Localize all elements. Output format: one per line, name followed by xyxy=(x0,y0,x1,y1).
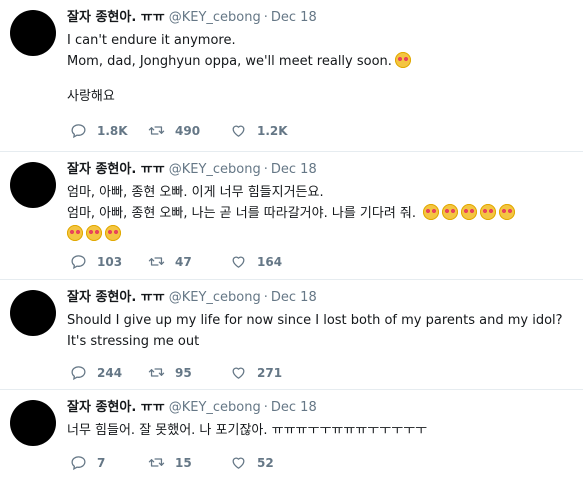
user-handle[interactable]: @KEY_cebong xyxy=(169,162,261,177)
heart-icon xyxy=(232,367,245,379)
user-handle[interactable]: @KEY_cebong xyxy=(169,10,261,25)
retweet-count: 95 xyxy=(175,365,192,380)
like-count: 271 xyxy=(257,365,283,380)
tweet[interactable]: 잘자 종현아. ㅠㅠ @KEY_cebong · Dec 18 너무 힘들어. 잘 못… xyxy=(0,390,583,482)
retweet-count: 47 xyxy=(175,254,192,269)
display-name[interactable]: 잘자 종현아. ㅠㅠ xyxy=(67,400,165,415)
tweet-header: 잘자 종현아. ㅠㅠ @KEY_cebong · Dec 18 xyxy=(67,290,317,306)
tweet-line xyxy=(67,224,572,245)
like-button[interactable]: 271 xyxy=(230,364,282,381)
tweet-line: Mom, dad, Jonghyun oppa, we'll meet real… xyxy=(67,51,572,72)
like-count: 1.2K xyxy=(257,123,288,138)
reply-icon xyxy=(71,255,86,270)
tweet-line-text: 엄마, 아빠, 종현 오빠, 나는 곧 너를 따라갈거야. 나를 기다려 줘. xyxy=(67,206,417,221)
tweet-line: It's stressing me out xyxy=(67,334,200,349)
tweet-date[interactable]: Dec 18 xyxy=(271,10,317,25)
tweet-date[interactable]: Dec 18 xyxy=(271,400,317,415)
tweet-line: I can't endure it anymore. xyxy=(67,33,236,48)
heart-eyes-emoji-icon xyxy=(105,225,121,241)
tweet-date[interactable]: Dec 18 xyxy=(271,290,317,305)
reply-button[interactable]: 7 xyxy=(70,454,105,471)
tweet-line: Should I give up my life for now since I… xyxy=(67,313,563,328)
reply-button[interactable]: 103 xyxy=(70,253,122,270)
avatar[interactable] xyxy=(10,290,56,336)
heart-icon xyxy=(232,256,245,268)
reply-icon xyxy=(71,124,86,139)
heart-eyes-emoji-icon xyxy=(499,204,516,220)
heart-eyes-emoji-icon xyxy=(480,204,497,220)
reply-count: 244 xyxy=(97,365,123,380)
tweet-text: 엄마, 아빠, 종현 오빠. 이게 너무 힘들지거든요. 엄마, 아빠, 종현 … xyxy=(67,182,572,245)
tweet-text: Should I give up my life for now since I… xyxy=(67,310,572,352)
display-name[interactable]: 잘자 종현아. ㅠㅠ xyxy=(67,10,165,25)
tweet[interactable]: 잘자 종현아. ㅠㅠ @KEY_cebong · Dec 18 엄마, 아빠, 종현 … xyxy=(0,152,583,280)
tweet[interactable]: 잘자 종현아. ㅠㅠ @KEY_cebong · Dec 18 Should I gi… xyxy=(0,280,583,390)
reply-button[interactable]: 1.8K xyxy=(70,122,128,139)
avatar[interactable] xyxy=(10,10,56,56)
like-count: 52 xyxy=(257,455,274,470)
avatar[interactable] xyxy=(10,400,56,446)
tweet-date[interactable]: Dec 18 xyxy=(271,162,317,177)
reply-count: 103 xyxy=(97,254,123,269)
like-button[interactable]: 1.2K xyxy=(230,122,288,139)
header-separator: · xyxy=(263,162,268,177)
tweet-line: 사랑해요 xyxy=(67,89,115,104)
retweet-count: 15 xyxy=(175,455,192,470)
user-handle[interactable]: @KEY_cebong xyxy=(169,400,261,415)
tweet-header: 잘자 종현아. ㅠㅠ @KEY_cebong · Dec 18 xyxy=(67,162,317,178)
tweet-line: 엄마, 아빠, 종현 오빠. 이게 너무 힘들지거든요. xyxy=(67,185,324,200)
retweet-count: 490 xyxy=(175,123,201,138)
retweet-icon xyxy=(148,257,165,266)
tweet-header: 잘자 종현아. ㅠㅠ @KEY_cebong · Dec 18 xyxy=(67,10,317,26)
tweet-line: 너무 힘들어. 잘 못했어. 나 포기잖아. ㅠㅠㅠㅜㅜㅠㅠㅠㅜㅜㅜㅜㅜ xyxy=(67,423,428,438)
tweet-text: I can't endure it anymore. Mom, dad, Jon… xyxy=(67,30,572,107)
heart-icon xyxy=(232,457,245,469)
heart-icon xyxy=(232,125,245,137)
retweet-icon xyxy=(148,126,165,135)
reply-button[interactable]: 244 xyxy=(70,364,122,381)
retweet-icon xyxy=(148,368,165,377)
avatar[interactable] xyxy=(10,162,56,208)
tweet[interactable]: 잘자 종현아. ㅠㅠ @KEY_cebong · Dec 18 I can't end… xyxy=(0,0,583,152)
retweet-button[interactable]: 15 xyxy=(148,454,192,471)
heart-eyes-emoji-icon xyxy=(461,204,478,220)
retweet-button[interactable]: 47 xyxy=(148,253,192,270)
reply-icon xyxy=(71,366,86,381)
heart-eyes-emoji-icon xyxy=(86,225,102,241)
retweet-icon xyxy=(148,458,165,467)
heart-eyes-emoji-icon xyxy=(442,204,459,220)
like-button[interactable]: 164 xyxy=(230,253,282,270)
reply-count: 7 xyxy=(97,455,106,470)
reply-icon xyxy=(71,456,86,471)
header-separator: · xyxy=(263,10,268,25)
tweet-text: 너무 힘들어. 잘 못했어. 나 포기잖아. ㅠㅠㅠㅜㅜㅠㅠㅠㅜㅜㅜㅜㅜ xyxy=(67,420,572,441)
heart-eyes-emoji-icon xyxy=(394,52,411,68)
header-separator: · xyxy=(263,290,268,305)
retweet-button[interactable]: 490 xyxy=(148,122,200,139)
display-name[interactable]: 잘자 종현아. ㅠㅠ xyxy=(67,162,165,177)
like-button[interactable]: 52 xyxy=(230,454,274,471)
tweet-line-text: Mom, dad, Jonghyun oppa, we'll meet real… xyxy=(67,54,392,69)
heart-eyes-emoji-icon xyxy=(67,225,83,241)
tweet-line: 엄마, 아빠, 종현 오빠, 나는 곧 너를 따라갈거야. 나를 기다려 줘. xyxy=(67,203,572,224)
header-separator: · xyxy=(263,400,268,415)
like-count: 164 xyxy=(257,254,283,269)
heart-eyes-emoji-icon xyxy=(423,204,440,220)
user-handle[interactable]: @KEY_cebong xyxy=(169,290,261,305)
tweet-header: 잘자 종현아. ㅠㅠ @KEY_cebong · Dec 18 xyxy=(67,400,317,416)
reply-count: 1.8K xyxy=(97,123,128,138)
display-name[interactable]: 잘자 종현아. ㅠㅠ xyxy=(67,290,165,305)
retweet-button[interactable]: 95 xyxy=(148,364,192,381)
